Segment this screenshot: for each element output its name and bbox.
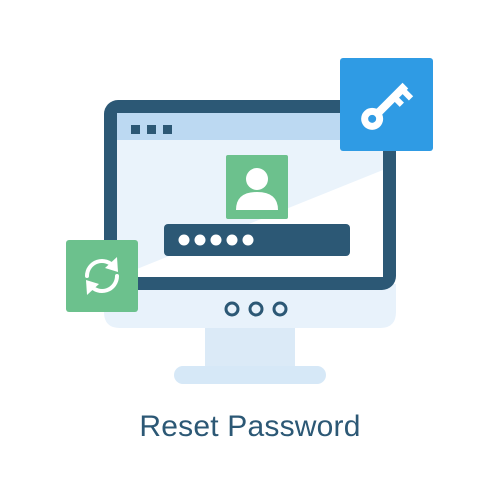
- password-dot: [178, 234, 190, 246]
- key-icon[interactable]: [340, 58, 433, 151]
- monitor-stand-base: [174, 366, 326, 384]
- window-control-dot[interactable]: [147, 125, 156, 134]
- window-control-dot[interactable]: [163, 125, 172, 134]
- window-control-dot[interactable]: [131, 125, 140, 134]
- password-dot: [226, 234, 238, 246]
- user-icon: [226, 155, 288, 219]
- password-dot: [194, 234, 206, 246]
- refresh-icon[interactable]: [66, 240, 138, 312]
- password-dot: [242, 234, 254, 246]
- password-dot: [210, 234, 222, 246]
- password-field[interactable]: [164, 224, 350, 256]
- caption-title: Reset Password: [139, 410, 361, 443]
- monitor-stand-neck: [205, 325, 295, 370]
